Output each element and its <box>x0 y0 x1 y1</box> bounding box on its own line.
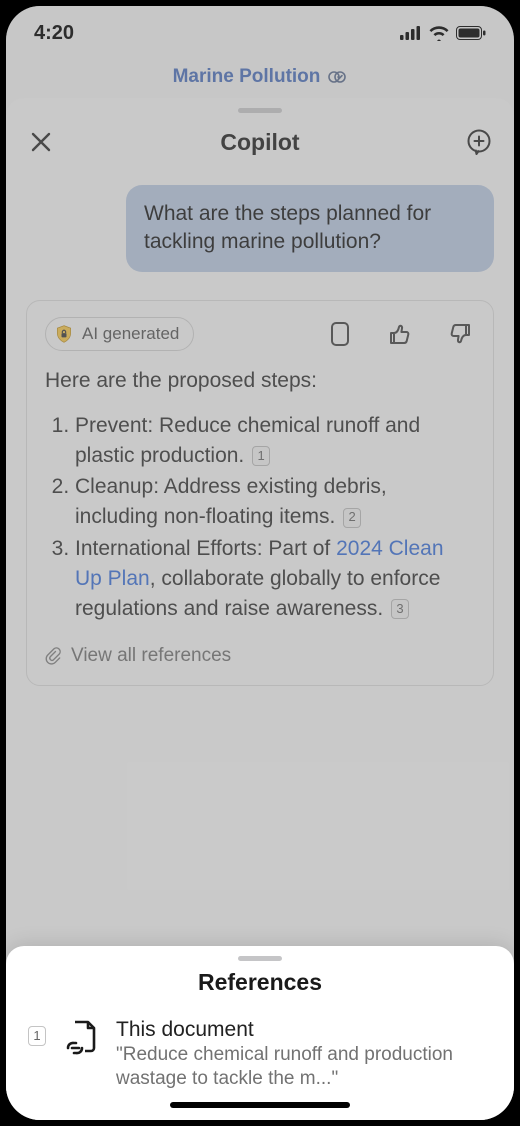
response-intro: Here are the proposed steps: <box>45 369 475 393</box>
ai-response-card: AI generated Here are the <box>26 300 494 687</box>
reference-item[interactable]: 1 This document "Reduce chemical runoff … <box>6 1018 514 1092</box>
doc-title[interactable]: Marine Pollution <box>173 66 321 88</box>
view-refs-label: View all references <box>71 645 231 667</box>
sheet-grabber[interactable] <box>238 956 282 961</box>
item-prefix: Prevent: <box>75 414 159 437</box>
reference-doc-label: This document <box>116 1018 492 1042</box>
document-link-icon <box>60 1018 102 1065</box>
copy-button[interactable] <box>325 319 355 349</box>
sheet-grabber[interactable] <box>238 108 282 113</box>
item-body-before: Part of <box>268 537 336 560</box>
item-prefix: International Efforts: <box>75 537 268 560</box>
references-title: References <box>6 969 514 996</box>
battery-icon <box>456 26 486 40</box>
list-item: International Efforts: Part of 2024 Clea… <box>75 534 475 623</box>
user-message-bubble: What are the steps planned for tackling … <box>126 185 494 272</box>
reference-number-chip: 1 <box>28 1026 46 1046</box>
home-indicator[interactable] <box>170 1102 350 1108</box>
copilot-header: Copilot <box>6 117 514 171</box>
ai-badge-label: AI generated <box>82 324 179 344</box>
chat-area: What are the steps planned for tackling … <box>6 171 514 686</box>
status-bar: 4:20 <box>6 6 514 60</box>
thumbs-down-button[interactable] <box>445 319 475 349</box>
wifi-icon <box>428 25 450 41</box>
thumbs-down-icon <box>447 321 473 347</box>
citation-chip[interactable]: 3 <box>391 599 409 619</box>
background-doc-title-row: Marine Pollution <box>6 60 514 102</box>
copilot-title: Copilot <box>220 129 299 156</box>
new-chat-button[interactable] <box>464 127 494 157</box>
reference-snippet: "Reduce chemical runoff and production w… <box>116 1043 492 1092</box>
citation-chip[interactable]: 2 <box>343 508 361 528</box>
close-button[interactable] <box>26 127 56 157</box>
chat-plus-icon <box>465 128 493 156</box>
close-icon <box>29 130 53 154</box>
shield-lock-icon <box>54 324 74 344</box>
status-time: 4:20 <box>34 22 74 45</box>
ai-generated-badge[interactable]: AI generated <box>45 317 194 351</box>
citation-chip[interactable]: 1 <box>252 446 270 466</box>
item-prefix: Cleanup: <box>75 475 164 498</box>
attachment-icon <box>45 647 63 665</box>
sync-status-icon <box>327 67 347 87</box>
thumbs-up-icon <box>387 321 413 347</box>
response-list: Prevent: Reduce chemical runoff and plas… <box>45 411 475 624</box>
list-item: Prevent: Reduce chemical runoff and plas… <box>75 411 475 471</box>
status-icons <box>400 25 486 41</box>
references-sheet: References 1 This document "Reduce chemi… <box>6 946 514 1120</box>
cellular-icon <box>400 26 422 40</box>
thumbs-up-button[interactable] <box>385 319 415 349</box>
list-item: Cleanup: Address existing debris, includ… <box>75 472 475 532</box>
copy-icon <box>329 321 351 347</box>
view-all-references-link[interactable]: View all references <box>45 645 475 667</box>
